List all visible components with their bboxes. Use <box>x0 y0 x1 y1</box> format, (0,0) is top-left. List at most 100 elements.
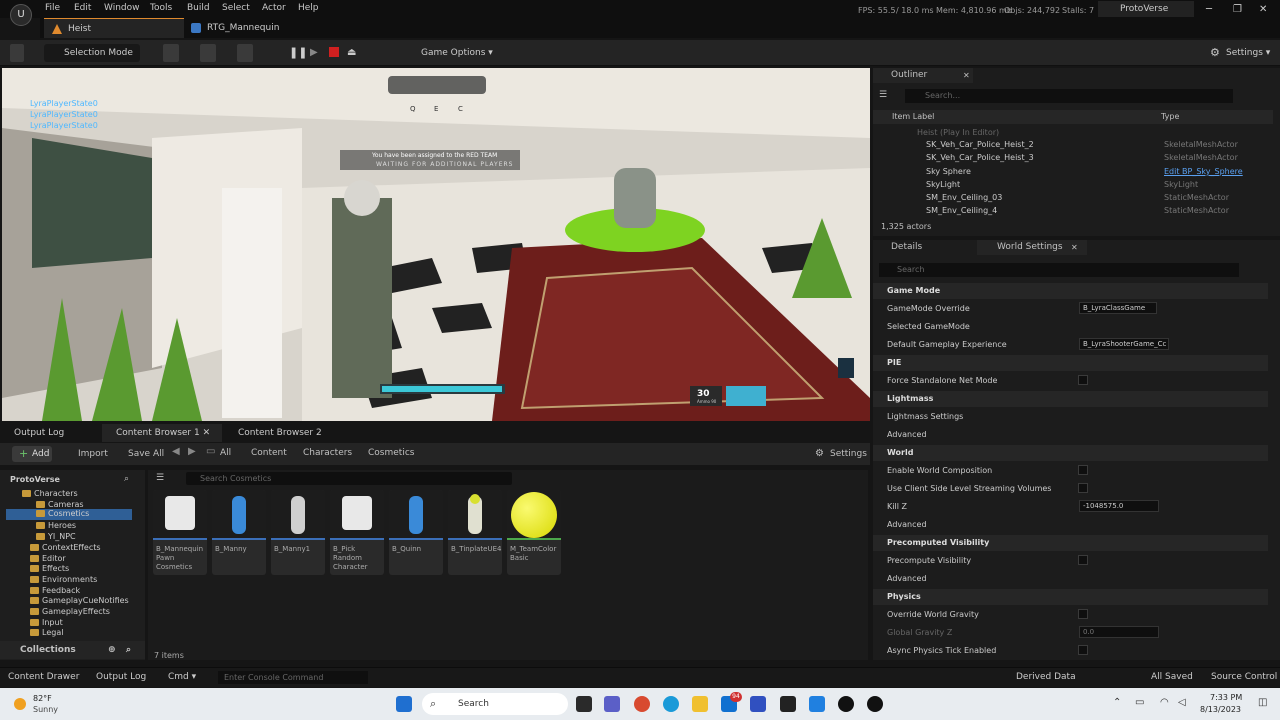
breadcrumb-all[interactable]: All <box>220 448 231 458</box>
section-game-mode[interactable]: Game Mode <box>873 283 1268 299</box>
console-command-input[interactable]: Enter Console Command <box>218 671 368 684</box>
file-explorer-icon[interactable] <box>692 696 708 712</box>
section-physics[interactable]: Physics <box>873 589 1268 605</box>
chevron-up-icon[interactable]: ⌃ <box>1113 697 1121 708</box>
advanced-expander[interactable]: Advanced <box>887 574 927 583</box>
history-back-icon[interactable]: ◀ <box>172 446 180 457</box>
tree-item-yi-npc[interactable]: YI_NPC <box>36 532 76 541</box>
global-gravity-input[interactable]: 0.0 <box>1079 626 1159 638</box>
minimize-icon[interactable]: ─ <box>1206 4 1212 15</box>
precompute-visibility-checkbox[interactable] <box>1078 555 1088 565</box>
async-physics-checkbox[interactable] <box>1078 645 1088 655</box>
close-tab-icon[interactable]: ✕ <box>1071 240 1078 255</box>
cmd-dropdown[interactable]: Cmd ▾ <box>168 672 196 682</box>
col-item-label[interactable]: Item Label <box>892 110 934 124</box>
filter-icon[interactable]: ☰ <box>879 90 887 100</box>
outliner-row[interactable]: SK_Veh_Car_Police_Heist_3 SkeletalMeshAct… <box>873 153 1273 166</box>
override-gravity-checkbox[interactable] <box>1078 609 1088 619</box>
tab-output-log[interactable]: Output Log <box>0 424 102 442</box>
enable-world-composition-checkbox[interactable] <box>1078 465 1088 475</box>
collections-header[interactable]: Collections ⊕ ⌕ <box>0 641 145 659</box>
add-button[interactable]: + Add <box>12 446 52 462</box>
search-icon[interactable]: ⌕ <box>126 641 131 659</box>
advanced-expander[interactable]: Advanced <box>887 520 927 529</box>
notifications-icon[interactable]: ◫ <box>1258 697 1267 708</box>
asset-search-input[interactable]: Search Cosmetics <box>186 472 512 485</box>
eject-icon[interactable]: ⏏ <box>347 44 359 62</box>
cinematics-icon[interactable] <box>237 44 253 62</box>
default-experience-dropdown[interactable]: B_LyraShooterGame_Cc <box>1079 338 1169 350</box>
save-icon[interactable] <box>10 44 24 62</box>
menu-edit[interactable]: Edit <box>74 3 91 13</box>
tree-item-effects[interactable]: Effects <box>30 564 69 573</box>
system-tray-icon[interactable]: ▭ <box>1135 697 1144 708</box>
clock-time[interactable]: 7:33 PM <box>1210 693 1242 702</box>
import-button[interactable]: Import <box>64 446 108 462</box>
task-view-icon[interactable] <box>576 696 592 712</box>
windows-start-icon[interactable] <box>396 696 412 712</box>
unreal-engine-icon[interactable] <box>838 696 854 712</box>
world-settings-tab[interactable]: World Settings ✕ <box>977 240 1087 255</box>
settings-button[interactable]: ⚙ Settings ▾ <box>1210 44 1275 62</box>
tab-content-browser-1[interactable]: Content Browser 1 ✕ <box>102 424 222 442</box>
menu-actor[interactable]: Actor <box>262 3 286 13</box>
breadcrumb-cosmetics[interactable]: Cosmetics <box>368 448 414 458</box>
tree-item-editor[interactable]: Editor <box>30 554 66 563</box>
history-forward-icon[interactable]: ▶ <box>188 446 196 457</box>
outliner-row[interactable]: SM_Env_Ceiling_03 StaticMeshActor <box>873 193 1273 206</box>
source-control-button[interactable]: Source Control <box>1211 672 1277 682</box>
game-options-dropdown[interactable]: Game Options ▾ <box>407 44 493 62</box>
section-world[interactable]: World <box>873 445 1268 461</box>
tree-item-environments[interactable]: Environments <box>30 575 97 584</box>
edge-icon[interactable] <box>663 696 679 712</box>
asset-tile[interactable]: B_Quinn <box>389 490 443 575</box>
close-window-icon[interactable]: ✕ <box>1259 4 1267 15</box>
client-streaming-checkbox[interactable] <box>1078 483 1088 493</box>
tab-rtg-mannequin[interactable]: RTG_Mannequin <box>183 18 323 38</box>
row-type-link[interactable]: Edit BP_Sky_Sphere <box>1164 167 1243 176</box>
menu-build[interactable]: Build <box>187 3 210 13</box>
asset-tile[interactable]: B_Pick Random Character <box>330 490 384 575</box>
taskbar-search[interactable]: ⌕ Search <box>422 693 568 715</box>
menu-help[interactable]: Help <box>298 3 319 13</box>
outliner-search-input[interactable]: Search... <box>905 89 1233 103</box>
details-search-input[interactable]: Search <box>879 263 1239 277</box>
asset-tile[interactable]: B_Manny <box>212 490 266 575</box>
selection-mode-dropdown[interactable]: Selection Mode ▾ <box>44 44 140 76</box>
outliner-row[interactable]: SK_Veh_Car_Police_Heist_2 SkeletalMeshAct… <box>873 140 1273 153</box>
menu-tools[interactable]: Tools <box>150 3 172 13</box>
add-collection-icon[interactable]: ⊕ <box>108 641 116 659</box>
gamemode-override-dropdown[interactable]: B_LyraClassGame <box>1079 302 1157 314</box>
kill-z-input[interactable]: -1048575.0 <box>1079 500 1159 512</box>
weather-sun-icon[interactable] <box>14 698 26 710</box>
force-standalone-checkbox[interactable] <box>1078 375 1088 385</box>
epic-games-icon[interactable] <box>780 696 796 712</box>
outliner-tab[interactable]: Outliner ✕ <box>873 68 973 83</box>
asset-tile[interactable]: B_Mannequin Pawn Cosmetics <box>153 490 207 575</box>
advanced-expander[interactable]: Advanced <box>887 430 927 439</box>
filter-icon[interactable]: ☰ <box>156 473 164 483</box>
stop-icon[interactable] <box>329 47 339 57</box>
tree-item-input[interactable]: Input <box>30 618 63 627</box>
tree-item-cosmetics[interactable]: Cosmetics <box>6 509 132 520</box>
outliner-row[interactable]: SkyLight SkyLight <box>873 180 1273 193</box>
chrome-icon[interactable] <box>634 696 650 712</box>
folder-icon[interactable]: ▭ <box>206 446 215 457</box>
tree-root[interactable]: ProtoVerse <box>10 475 60 484</box>
blueprints-icon[interactable] <box>200 44 216 62</box>
menu-file[interactable]: File <box>45 3 60 13</box>
wifi-icon[interactable]: ◠ <box>1160 697 1169 708</box>
unreal-logo-icon[interactable]: U <box>10 4 32 26</box>
teams-icon[interactable] <box>604 696 620 712</box>
derived-data-button[interactable]: Derived Data <box>1016 672 1076 682</box>
close-tab-icon[interactable]: ✕ <box>963 68 970 83</box>
tree-item-legal[interactable]: Legal <box>30 628 63 637</box>
vscode-icon[interactable] <box>809 696 825 712</box>
section-pie[interactable]: PIE <box>873 355 1268 371</box>
breadcrumb-content[interactable]: Content <box>251 448 287 458</box>
outliner-row[interactable]: SM_Env_Ceiling_4 StaticMeshActor <box>873 206 1273 219</box>
app-icon[interactable] <box>750 696 766 712</box>
menu-select[interactable]: Select <box>222 3 250 13</box>
section-lightmass[interactable]: Lightmass <box>873 391 1268 407</box>
volume-icon[interactable]: ◁ <box>1178 697 1186 708</box>
